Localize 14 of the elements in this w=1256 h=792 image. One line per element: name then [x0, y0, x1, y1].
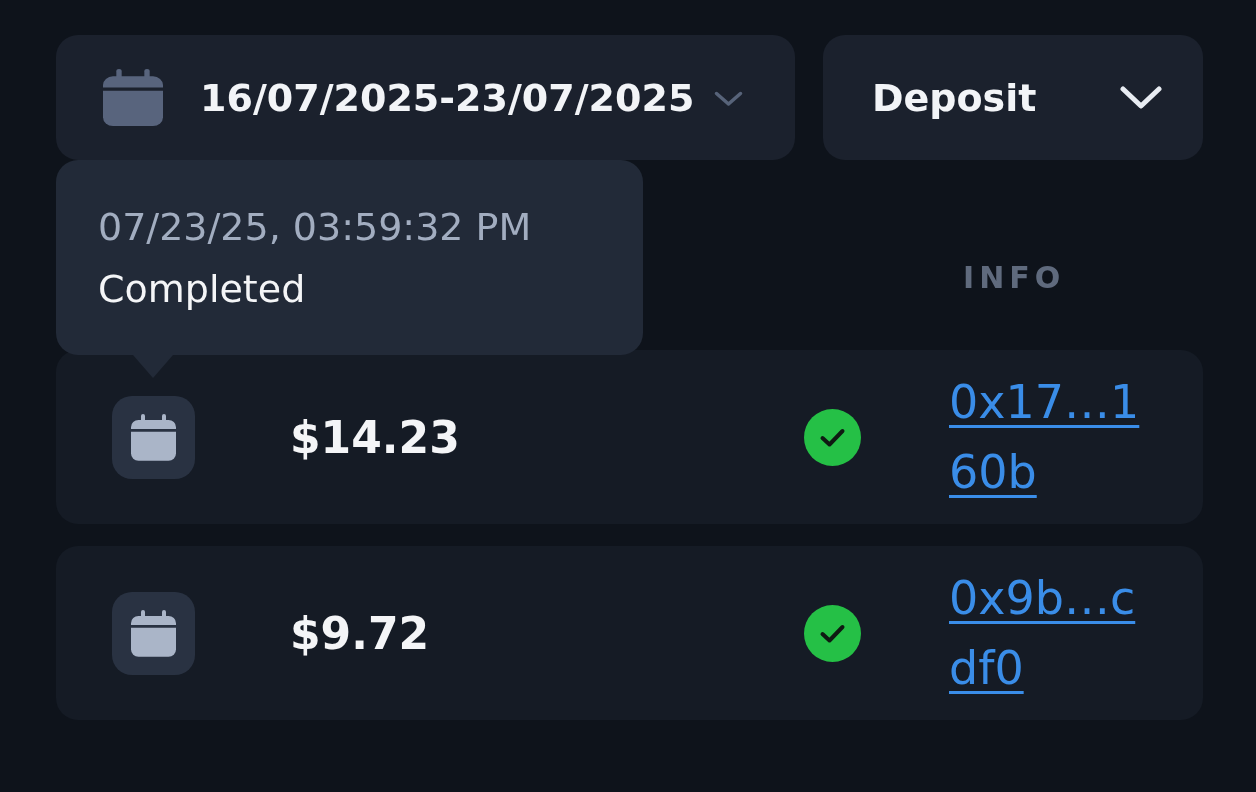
transaction-link[interactable]: 0x9b…cdf0 [949, 563, 1149, 703]
tooltip-status: Completed [98, 266, 307, 313]
calendar-icon [112, 591, 195, 675]
date-range-picker[interactable]: 16/07/2025-23/07/2025 [56, 35, 795, 160]
amount: $14.23 [290, 411, 461, 463]
chevron-down-icon [1120, 86, 1162, 109]
calendar-icon [103, 69, 163, 126]
amount: $9.72 [290, 607, 431, 659]
tooltip-datetime: 07/23/25, 03:59:32 PM [98, 204, 533, 251]
chevron-down-icon [714, 90, 744, 107]
type-dropdown[interactable]: Deposit [823, 35, 1203, 160]
calendar-icon [112, 395, 195, 479]
transaction-link[interactable]: 0x17…160b [949, 367, 1149, 507]
column-header: INFO [963, 260, 1066, 295]
